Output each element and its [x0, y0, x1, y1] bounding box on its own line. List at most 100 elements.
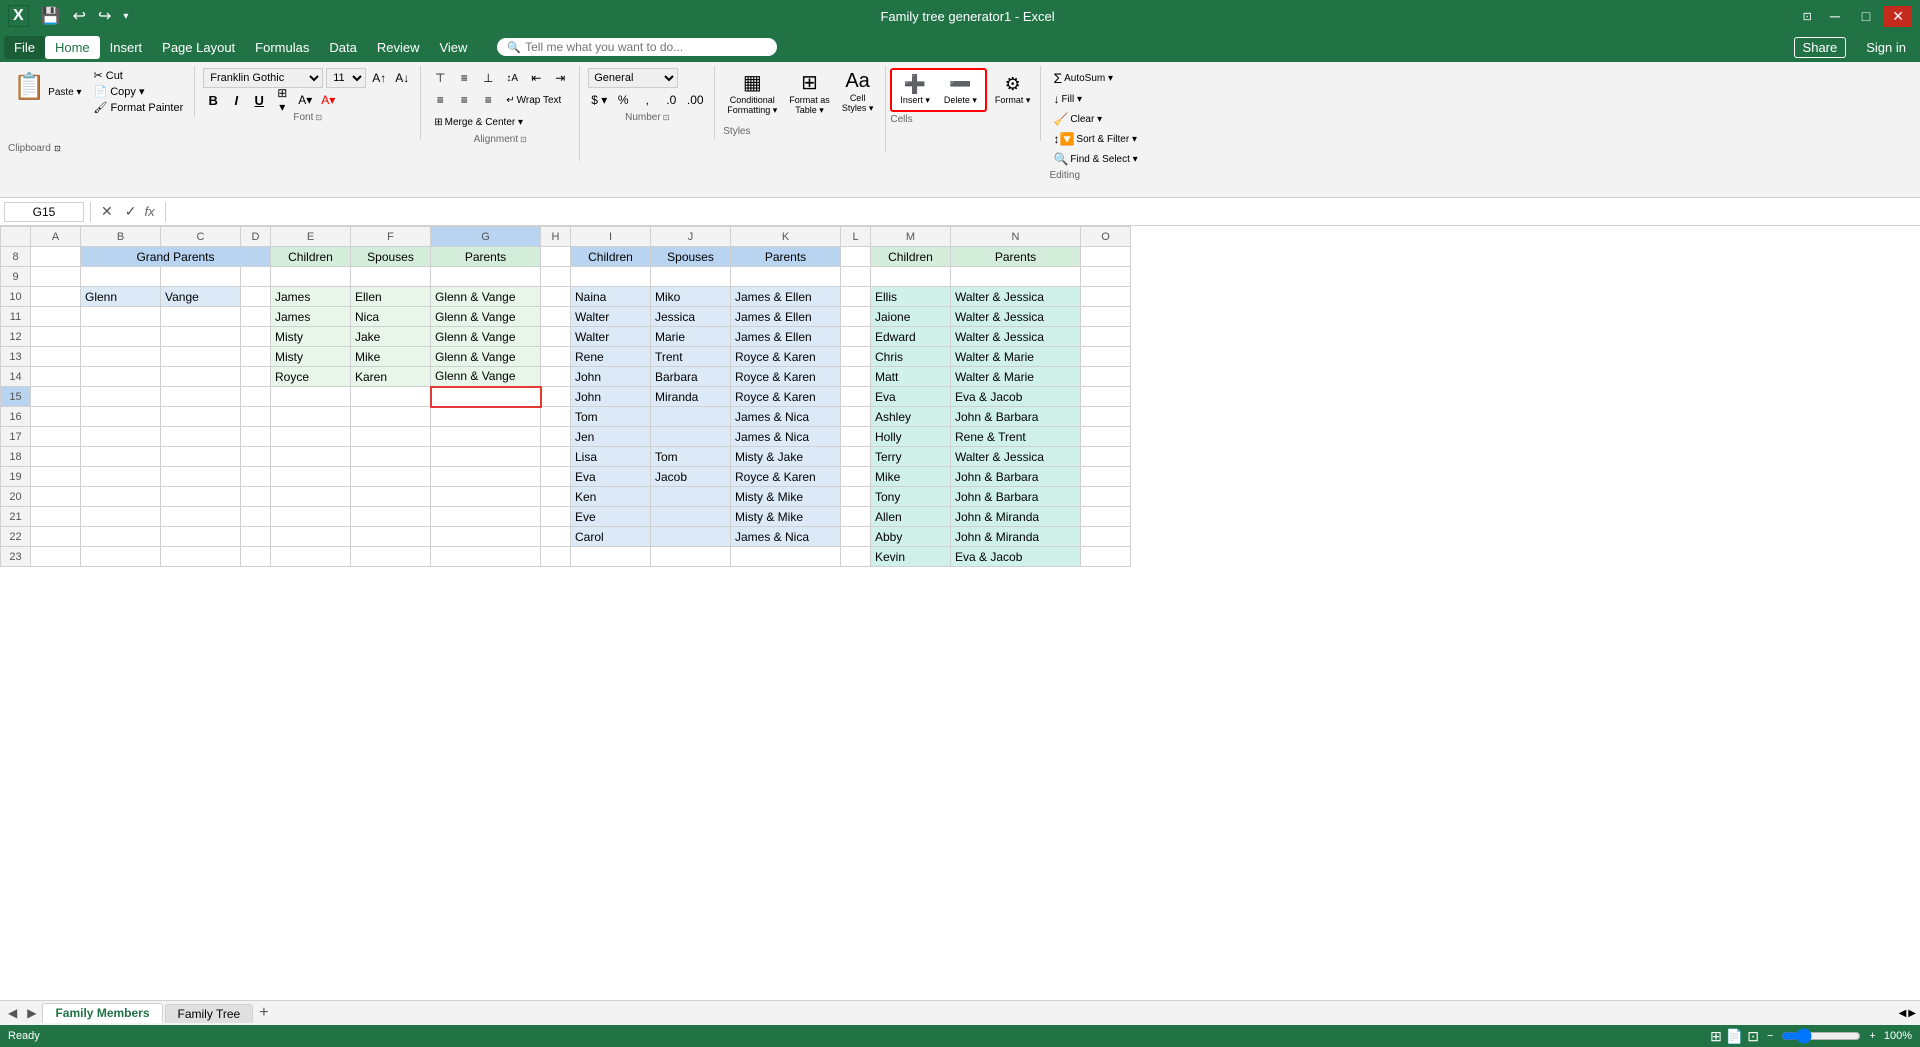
cell-E15[interactable] [271, 387, 351, 407]
cell-N20[interactable]: John & Barbara [951, 487, 1081, 507]
scroll-left-icon[interactable]: ◀ [1899, 1008, 1907, 1019]
cell-J23[interactable] [651, 547, 731, 567]
col-header-O[interactable]: O [1081, 227, 1131, 247]
cell-I23[interactable] [571, 547, 651, 567]
cell-G12[interactable]: Glenn & Vange [431, 327, 541, 347]
cell-M15[interactable]: Eva [871, 387, 951, 407]
copy-button[interactable]: 📄 Copy ▾ [91, 84, 187, 99]
cell-G13[interactable]: Glenn & Vange [431, 347, 541, 367]
cell-L18[interactable] [841, 447, 871, 467]
sheet-tab-family-tree[interactable]: Family Tree [165, 1004, 254, 1023]
col-header-H[interactable]: H [541, 227, 571, 247]
menu-view[interactable]: View [429, 36, 477, 59]
cell-L17[interactable] [841, 427, 871, 447]
fill-button[interactable]: ↓ Fill ▾ [1049, 90, 1141, 108]
cell-O13[interactable] [1081, 347, 1131, 367]
cell-B8[interactable]: Grand Parents [81, 247, 271, 267]
cell-O12[interactable] [1081, 327, 1131, 347]
conditional-formatting-button[interactable]: ▦ ConditionalFormatting ▾ [723, 68, 781, 118]
underline-button[interactable]: U [249, 90, 269, 110]
cell-M23[interactable]: Kevin [871, 547, 951, 567]
font-size-select[interactable]: 11 8910 1214 [326, 68, 366, 88]
cell-F20[interactable] [351, 487, 431, 507]
col-header-E[interactable]: E [271, 227, 351, 247]
cell-H19[interactable] [541, 467, 571, 487]
zoom-minus-button[interactable]: − [1767, 1030, 1773, 1042]
align-center-button[interactable]: ≡ [453, 90, 475, 110]
find-select-button[interactable]: 🔍 Find & Select ▾ [1049, 150, 1141, 168]
sheet-area[interactable]: A B C D E F G H I J K L M N O [0, 226, 1920, 1000]
cell-N13[interactable]: Walter & Marie [951, 347, 1081, 367]
cell-J10[interactable]: Miko [651, 287, 731, 307]
cell-B9[interactable] [81, 267, 161, 287]
increase-font-button[interactable]: A↑ [369, 68, 389, 88]
insert-button[interactable]: ➕ Insert ▾ [894, 72, 936, 108]
cell-J15[interactable]: Miranda [651, 387, 731, 407]
format-painter-button[interactable]: 🖌 Format Painter [91, 100, 187, 115]
cell-C23[interactable] [161, 547, 241, 567]
align-left-button[interactable]: ≡ [429, 90, 451, 110]
sheet-tab-family-members[interactable]: Family Members [42, 1003, 162, 1023]
cell-F10[interactable]: Ellen [351, 287, 431, 307]
cell-D12[interactable] [241, 327, 271, 347]
cell-G20[interactable] [431, 487, 541, 507]
cell-O20[interactable] [1081, 487, 1131, 507]
sort-filter-button[interactable]: ↕🔽 Sort & Filter ▾ [1049, 130, 1141, 148]
cell-B23[interactable] [81, 547, 161, 567]
cell-D10[interactable] [241, 287, 271, 307]
cell-A17[interactable] [31, 427, 81, 447]
cell-L20[interactable] [841, 487, 871, 507]
cell-N11[interactable]: Walter & Jessica [951, 307, 1081, 327]
col-header-D[interactable]: D [241, 227, 271, 247]
text-direction-button[interactable]: ↕A [501, 68, 523, 88]
cell-A13[interactable] [31, 347, 81, 367]
cell-O22[interactable] [1081, 527, 1131, 547]
font-name-select[interactable]: Franklin Gothic Arial Calibri [203, 68, 323, 88]
cell-D16[interactable] [241, 407, 271, 427]
decrease-decimal-button[interactable]: .00 [684, 90, 706, 110]
col-header-N[interactable]: N [951, 227, 1081, 247]
cell-D20[interactable] [241, 487, 271, 507]
cell-C19[interactable] [161, 467, 241, 487]
cell-B10[interactable]: Glenn [81, 287, 161, 307]
cell-M16[interactable]: Ashley [871, 407, 951, 427]
cell-M17[interactable]: Holly [871, 427, 951, 447]
cell-H23[interactable] [541, 547, 571, 567]
align-right-button[interactable]: ≡ [477, 90, 499, 110]
cell-E20[interactable] [271, 487, 351, 507]
cell-E18[interactable] [271, 447, 351, 467]
cell-H13[interactable] [541, 347, 571, 367]
cell-reference-input[interactable] [4, 202, 84, 222]
autosum-button[interactable]: Σ AutoSum ▾ [1049, 68, 1141, 88]
cell-H17[interactable] [541, 427, 571, 447]
align-middle-button[interactable]: ≡ [453, 68, 475, 88]
cell-L19[interactable] [841, 467, 871, 487]
cell-H12[interactable] [541, 327, 571, 347]
cell-F18[interactable] [351, 447, 431, 467]
cell-O19[interactable] [1081, 467, 1131, 487]
cancel-formula-button[interactable]: ✕ [97, 203, 117, 220]
align-top-button[interactable]: ⊤ [429, 68, 451, 88]
undo-button[interactable]: ↩ [69, 4, 90, 28]
cell-H22[interactable] [541, 527, 571, 547]
cell-I8[interactable]: Children [571, 247, 651, 267]
tell-me-bar[interactable]: 🔍 [497, 38, 777, 56]
cell-A18[interactable] [31, 447, 81, 467]
cell-A19[interactable] [31, 467, 81, 487]
number-format-select[interactable]: General Number Currency Date Text [588, 68, 678, 88]
cell-M14[interactable]: Matt [871, 367, 951, 387]
cell-E12[interactable]: Misty [271, 327, 351, 347]
cell-F12[interactable]: Jake [351, 327, 431, 347]
cell-J18[interactable]: Tom [651, 447, 731, 467]
cell-I15[interactable]: John [571, 387, 651, 407]
cell-G23[interactable] [431, 547, 541, 567]
col-header-K[interactable]: K [731, 227, 841, 247]
formula-input[interactable] [172, 203, 1916, 221]
cell-A12[interactable] [31, 327, 81, 347]
cell-M22[interactable]: Abby [871, 527, 951, 547]
cell-M13[interactable]: Chris [871, 347, 951, 367]
cell-N14[interactable]: Walter & Marie [951, 367, 1081, 387]
cell-F17[interactable] [351, 427, 431, 447]
cell-K14[interactable]: Royce & Karen [731, 367, 841, 387]
cell-D18[interactable] [241, 447, 271, 467]
